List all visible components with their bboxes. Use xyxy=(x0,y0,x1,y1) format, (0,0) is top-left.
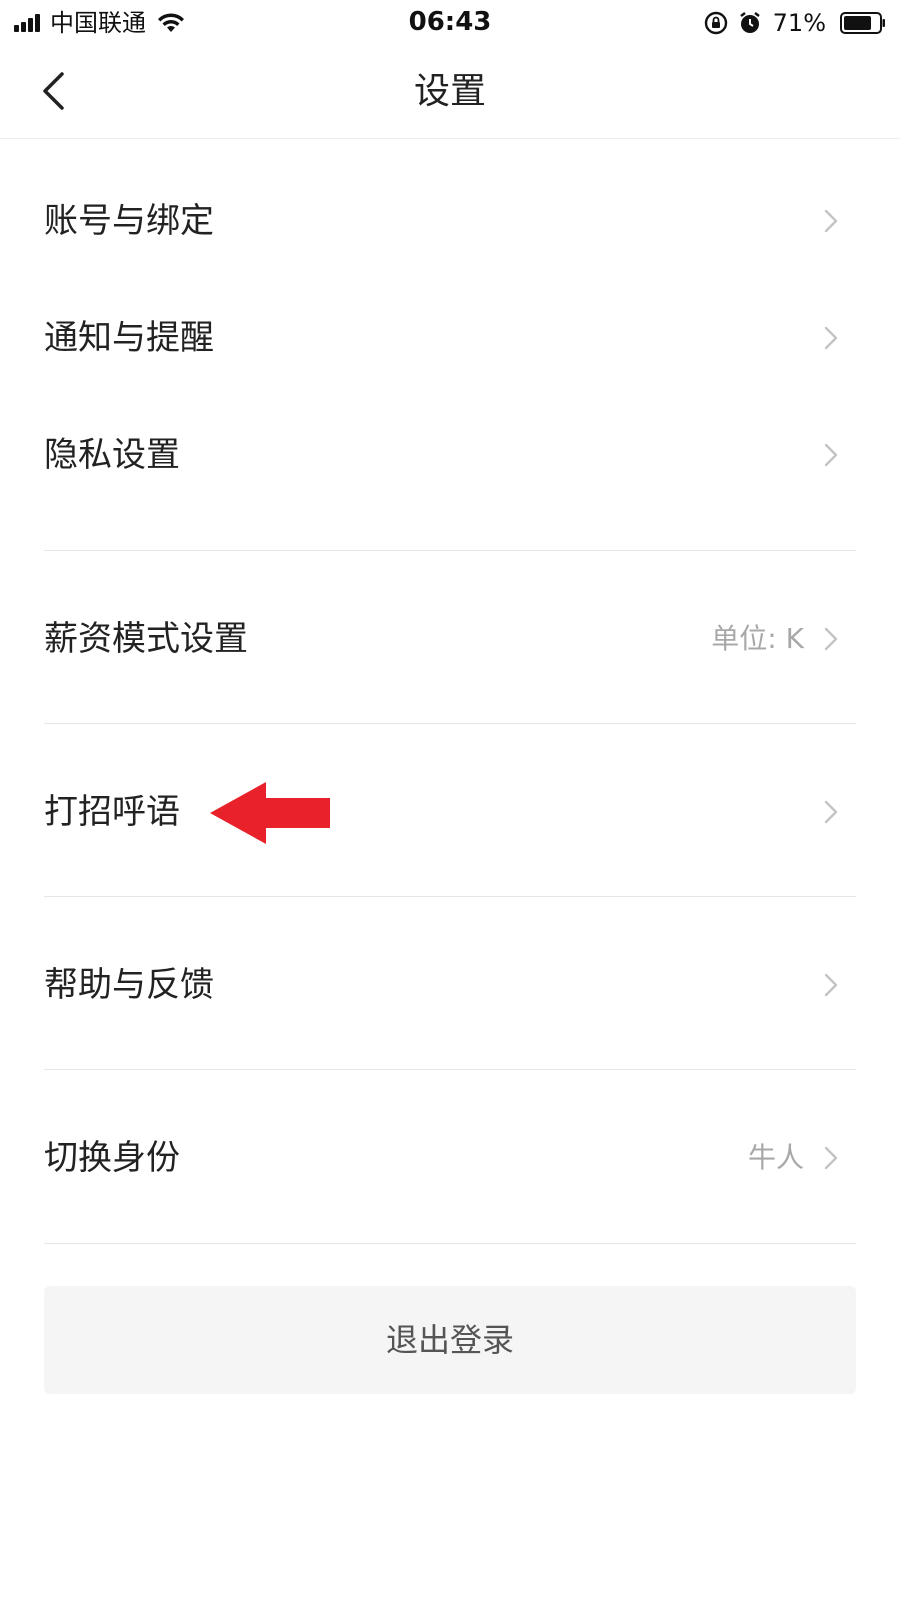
settings-item-label: 通知与提醒 xyxy=(44,318,214,358)
settings-item-value: 牛人 xyxy=(747,1141,804,1174)
rotation-lock-icon xyxy=(704,11,727,35)
settings-item-label: 账号与绑定 xyxy=(44,201,214,241)
settings-item-greeting[interactable]: 打招呼语 xyxy=(0,754,900,870)
nav-bar: 设置 xyxy=(0,46,900,139)
settings-item-value: 单位: K xyxy=(711,622,804,655)
alarm-icon xyxy=(739,12,760,33)
status-right: 71% xyxy=(695,8,886,38)
settings-item-label: 薪资模式设置 xyxy=(44,619,248,659)
chevron-right-icon xyxy=(824,209,838,233)
settings-item-label: 隐私设置 xyxy=(44,435,180,475)
logout-button[interactable]: 退出登录 xyxy=(44,1286,856,1394)
settings-item-label: 切换身份 xyxy=(44,1138,180,1178)
page-title: 设置 xyxy=(413,71,486,112)
divider xyxy=(44,896,856,897)
settings-item-label: 帮助与反馈 xyxy=(44,965,214,1005)
settings-item-privacy[interactable]: 隐私设置 xyxy=(0,397,900,513)
settings-item-notifications[interactable]: 通知与提醒 xyxy=(0,280,900,396)
battery-percent: 71% xyxy=(772,9,826,37)
chevron-right-icon xyxy=(824,973,838,997)
settings-item-switch-identity[interactable]: 切换身份 牛人 xyxy=(0,1100,900,1216)
settings-item-salary-mode[interactable]: 薪资模式设置 单位: K xyxy=(0,581,900,697)
divider xyxy=(44,1069,856,1070)
chevron-right-icon xyxy=(824,443,838,467)
chevron-right-icon xyxy=(824,800,838,824)
divider xyxy=(44,723,856,724)
settings-item-account-binding[interactable]: 账号与绑定 xyxy=(0,163,900,279)
battery-icon xyxy=(840,12,885,34)
divider xyxy=(44,550,856,551)
divider xyxy=(44,1243,856,1244)
settings-item-help-feedback[interactable]: 帮助与反馈 xyxy=(0,927,900,1043)
chevron-right-icon xyxy=(824,1146,838,1170)
chevron-right-icon xyxy=(824,627,838,651)
status-bar: 中国联通 06:43 71% xyxy=(0,0,900,46)
settings-item-label: 打招呼语 xyxy=(44,792,180,832)
chevron-right-icon xyxy=(824,326,838,350)
annotation-arrow-icon xyxy=(210,782,330,844)
